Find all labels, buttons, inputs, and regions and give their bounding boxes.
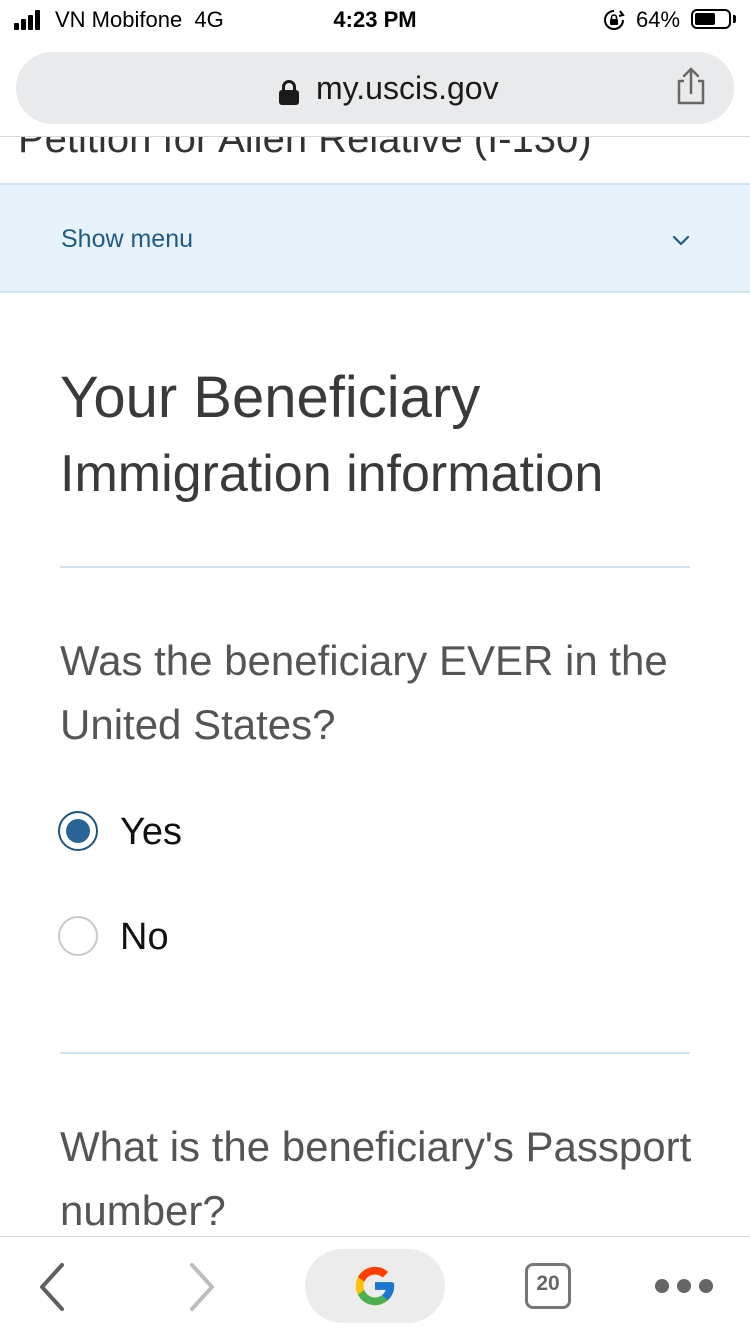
tabs-count-button[interactable]: 20: [525, 1263, 571, 1309]
question-ever-in-us: Was the beneficiary EVER in the United S…: [60, 637, 668, 748]
radio-option-yes[interactable]: Yes: [58, 811, 478, 861]
forward-arrow-icon[interactable]: [184, 1261, 218, 1313]
heading-line-1: Your Beneficiary: [60, 365, 481, 430]
orientation-lock-icon: [604, 10, 625, 30]
section-divider: [60, 1052, 690, 1054]
radio-option-no[interactable]: No: [58, 916, 478, 966]
back-arrow-icon[interactable]: [36, 1261, 70, 1313]
browser-toolbar: 20: [0, 1236, 750, 1335]
chevron-down-icon[interactable]: [670, 229, 692, 251]
form-title-banner: Petition for Alien Relative (I-130): [0, 137, 750, 183]
address-bar[interactable]: my.uscis.gov: [16, 52, 734, 124]
tab-count: 20: [536, 1272, 560, 1295]
google-logo-icon: [355, 1266, 395, 1306]
share-icon[interactable]: [670, 66, 712, 108]
page-heading: Your Beneficiary Immigration information: [60, 360, 700, 512]
radio-yes-label[interactable]: Yes: [120, 811, 182, 854]
section-divider: [60, 566, 690, 568]
radio-yes-selected-icon[interactable]: [58, 811, 98, 851]
more-options-icon[interactable]: [655, 1279, 715, 1295]
battery-nub: [733, 15, 736, 23]
question-passport-number: What is the beneficiary's Passport numbe…: [60, 1123, 692, 1234]
lock-icon: [279, 80, 299, 105]
url-text[interactable]: my.uscis.gov: [316, 70, 499, 107]
radio-no-label[interactable]: No: [120, 916, 169, 959]
status-bar: VN Mobifone 4G 4:23 PM 64%: [0, 0, 750, 40]
radio-no-unselected-icon[interactable]: [58, 916, 98, 956]
show-menu-toggle[interactable]: Show menu: [0, 183, 750, 293]
battery-percent: 64%: [636, 7, 681, 32]
form-title: Petition for Alien Relative (I-130): [18, 137, 592, 161]
google-search-button[interactable]: [305, 1249, 445, 1323]
battery-icon: [691, 9, 731, 29]
heading-line-2: Immigration information: [60, 445, 604, 503]
show-menu-label[interactable]: Show menu: [61, 225, 193, 254]
